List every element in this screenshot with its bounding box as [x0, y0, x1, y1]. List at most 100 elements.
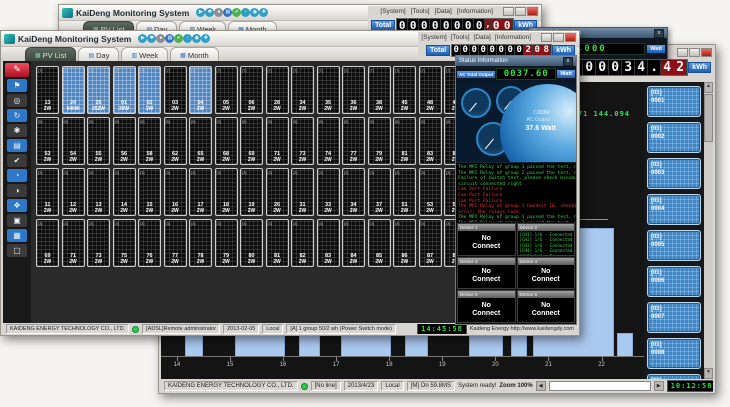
inverter-button-0005[interactable]: [01]0005 — [647, 230, 701, 261]
pv-panel-cell[interactable]: [5]742W — [317, 117, 340, 165]
inverter-button-0006[interactable]: [01]0006 — [647, 266, 701, 297]
power-icon[interactable]: ◎ — [7, 94, 27, 107]
document-icon[interactable]: ▤ — [165, 34, 174, 43]
clock-icon[interactable]: ◔ — [7, 169, 27, 182]
pv-panel-cell[interactable]: [3]762W — [138, 219, 161, 267]
pv-panel-cell[interactable]: [3]772W — [164, 219, 187, 267]
lock-icon[interactable]: ● — [214, 8, 223, 17]
pv-panel-cell[interactable]: [3]162W — [164, 168, 187, 216]
pv-panel-cell[interactable]: [7]052W — [215, 66, 238, 114]
pv-panel-cell[interactable]: [3]802W — [240, 219, 263, 267]
pv-panel-cell[interactable]: [7]062W — [240, 66, 263, 114]
minimize-button[interactable] — [677, 48, 688, 57]
pv-panel-cell[interactable]: [7]362W — [342, 66, 365, 114]
menu-item-information[interactable]: [Information] — [495, 34, 531, 41]
menu-item-data[interactable]: [Data] — [474, 34, 491, 41]
check-icon[interactable]: ✔ — [7, 154, 27, 167]
pv-panel-cell[interactable]: [3]832W — [317, 219, 340, 267]
pv-panel-cell[interactable]: [3]332W — [317, 168, 340, 216]
pv-panel-cell[interactable]: [7]24540W — [62, 66, 85, 114]
pv-panel-cell[interactable]: [7]022W — [138, 66, 161, 114]
pv-panel-cell[interactable]: [3]872W — [419, 219, 442, 267]
settings-icon[interactable]: ✱ — [147, 34, 156, 43]
pv-panel-cell[interactable]: [3]182W — [215, 168, 238, 216]
pv-panel-cell[interactable]: [5]692W — [240, 117, 263, 165]
archive-icon[interactable]: ▢ — [7, 244, 27, 257]
pv-panel-cell[interactable]: [3]732W — [87, 219, 110, 267]
pv-panel-cell[interactable]: [5]562W — [113, 117, 136, 165]
tab-pv-list[interactable]: ▦PV List — [25, 47, 76, 62]
zoom-right-icon[interactable]: ▶ — [654, 381, 664, 391]
tab-day[interactable]: ▤Day — [78, 47, 119, 62]
pv-panel-cell[interactable]: [7]042W — [189, 66, 212, 114]
pv-panel-cell[interactable]: [3]862W — [393, 219, 416, 267]
settings-icon[interactable]: ✱ — [205, 8, 214, 17]
pv-panel-cell[interactable]: [3]842W — [342, 219, 365, 267]
inverter-button-0002[interactable]: [01]0002 — [647, 122, 701, 153]
inverter-button-0007[interactable]: [01]0007 — [647, 302, 701, 333]
pv-panel-cell[interactable]: [3]132W — [87, 168, 110, 216]
minimize-button[interactable] — [541, 33, 552, 42]
menu-item-tools[interactable]: [Tools] — [411, 8, 430, 15]
scroll-down-icon[interactable]: ▼ — [704, 368, 713, 379]
pv-panel-cell[interactable]: [3]712W — [62, 219, 85, 267]
pv-panel-cell[interactable]: [3]852W — [368, 219, 391, 267]
gear-icon[interactable]: ✱ — [7, 124, 27, 137]
close-icon[interactable]: x — [654, 29, 664, 38]
monitor-icon[interactable]: ▦ — [7, 229, 27, 242]
minimize-button[interactable] — [503, 7, 514, 16]
pv-panel-cell[interactable]: [5]832W — [419, 117, 442, 165]
pv-panel-cell[interactable]: [5]792W — [368, 117, 391, 165]
pv-panel-cell[interactable]: [3]792W — [215, 219, 238, 267]
pv-panel-cell[interactable]: [3]512W — [393, 168, 416, 216]
pv-panel-cell[interactable]: [5]552W — [87, 117, 110, 165]
close-button[interactable] — [701, 48, 712, 57]
eye-icon[interactable]: ◉ — [250, 8, 259, 17]
refresh-icon[interactable]: ↻ — [7, 109, 27, 122]
pv-panel-cell[interactable]: [7]282W — [266, 66, 289, 114]
close-button[interactable] — [565, 33, 576, 42]
pv-panel-cell[interactable]: [5]542W — [62, 117, 85, 165]
lock-icon[interactable]: ● — [156, 34, 165, 43]
pv-panel-cell[interactable]: [3]372W — [368, 168, 391, 216]
pv-panel-cell[interactable]: [5]682W — [215, 117, 238, 165]
network-icon[interactable]: ❖ — [7, 199, 27, 212]
tab-month[interactable]: ▦Month — [170, 47, 219, 62]
pv-panel-cell[interactable]: [7]482W — [419, 66, 442, 114]
alarm-button[interactable]: ✎ — [5, 63, 29, 77]
pie-icon[interactable]: ◑ — [7, 184, 27, 197]
pv-panel-cell[interactable]: [5]652W — [189, 117, 212, 165]
pv-panel-cell[interactable]: [3]782W — [189, 219, 212, 267]
pv-panel-cell[interactable]: [3]342W — [342, 168, 365, 216]
pv-panel-cell[interactable]: [5]532W — [36, 117, 59, 165]
options-icon[interactable]: ✚ — [259, 8, 268, 17]
pv-panel-cell[interactable]: [3]152W — [138, 168, 161, 216]
pv-panel-cell[interactable]: [7]032W — [164, 66, 187, 114]
pv-panel-cell[interactable]: [7]452W — [393, 66, 416, 114]
panel-titlebar[interactable]: Status Information x — [456, 56, 576, 66]
pv-panel-cell[interactable]: [7]0139W — [113, 66, 136, 114]
scroll-up-icon[interactable]: ▲ — [704, 82, 713, 93]
pv-panel-cell[interactable]: [3]812W — [266, 219, 289, 267]
status-icon[interactable]: ✔ — [174, 34, 183, 43]
pv-panel-cell[interactable]: [7]25252W — [87, 66, 110, 114]
maximize-button[interactable] — [689, 48, 700, 57]
pv-panel-cell[interactable]: [5]582W — [138, 117, 161, 165]
pv-panel-cell[interactable]: [5]772W — [342, 117, 365, 165]
zoom-left-icon[interactable]: ◀ — [536, 381, 546, 391]
menu-item-tools[interactable]: [Tools] — [451, 34, 470, 41]
play-icon[interactable]: ▶ — [138, 34, 147, 43]
menu-item-information[interactable]: [Information] — [457, 8, 493, 15]
close-button[interactable] — [527, 7, 538, 16]
pv-panel-cell[interactable]: [5]732W — [291, 117, 314, 165]
report-icon[interactable]: ▤ — [7, 139, 27, 152]
pv-panel-cell[interactable]: [5]812W — [393, 117, 416, 165]
pv-panel-cell[interactable]: [5]712W — [266, 117, 289, 165]
pv-panel-cell[interactable]: [7]352W — [317, 66, 340, 114]
pv-panel-cell[interactable]: [3]172W — [189, 168, 212, 216]
menu-item-data[interactable]: [Data] — [435, 8, 452, 15]
menu-item-system[interactable]: [System] — [380, 8, 405, 15]
pv-panel-cell[interactable]: [3]112W — [36, 168, 59, 216]
scrollbar[interactable]: ▲ ▼ — [704, 82, 713, 379]
pv-panel-cell[interactable]: [3]142W — [113, 168, 136, 216]
